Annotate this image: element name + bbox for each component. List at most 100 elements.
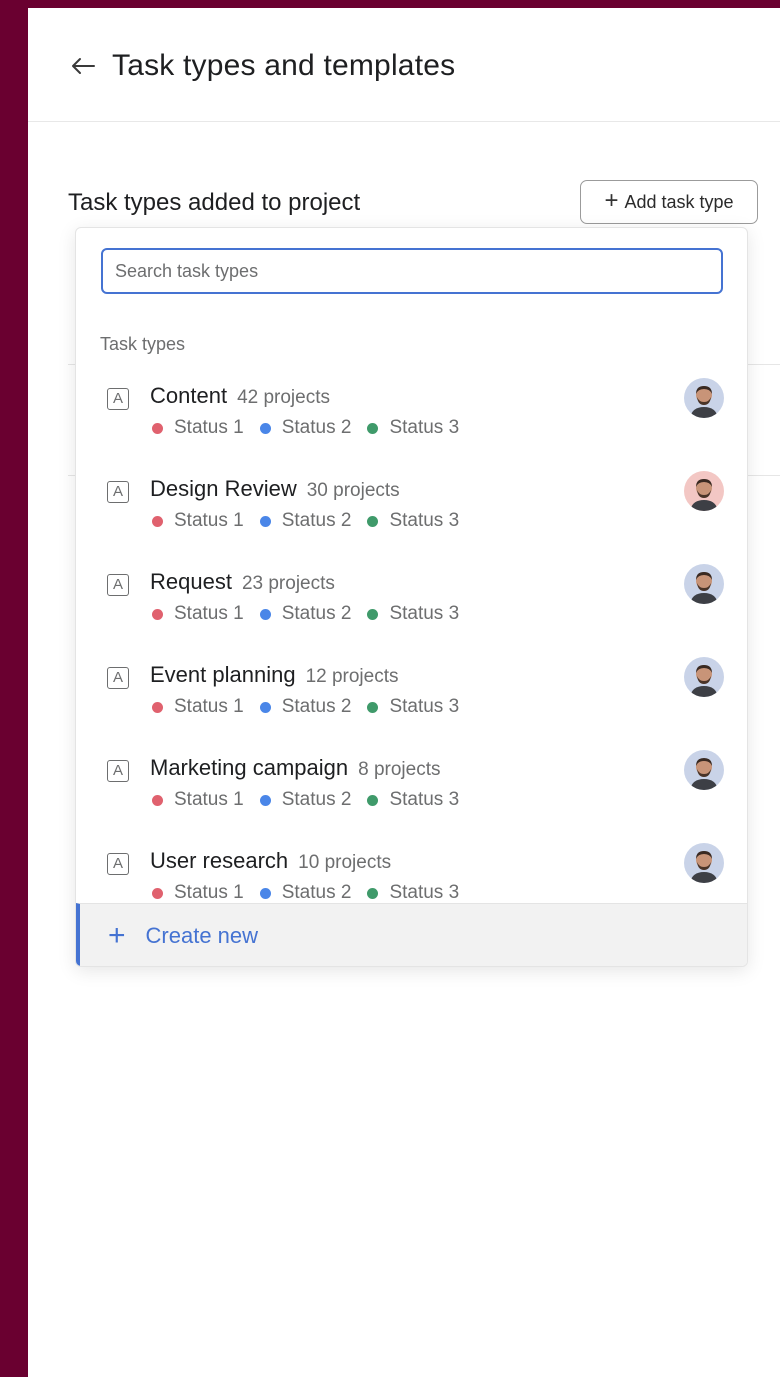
status-dot-icon xyxy=(152,794,163,806)
task-type-name: Marketing campaign xyxy=(150,755,349,780)
task-type-dropdown: Task types AContent42 projectsStatus 1St… xyxy=(75,227,748,967)
task-type-icon: A xyxy=(107,760,129,782)
task-type-list: A Content 42 projects Status 1 Status 2 Statu… xyxy=(76,368,747,901)
status-label: Status 3 xyxy=(389,789,460,810)
status-dot-icon xyxy=(152,515,163,527)
status-label: Status 1 xyxy=(174,417,244,438)
status-list: Status 1 Status 2 Status 3 xyxy=(152,882,459,901)
page-header: Task types and templates xyxy=(28,8,780,122)
status-dot-icon xyxy=(367,422,379,434)
task-type-icon: A xyxy=(107,388,129,410)
add-task-type-button[interactable]: + Add task type xyxy=(580,180,758,224)
arrow-left-icon xyxy=(72,58,95,74)
status-dot-icon xyxy=(367,608,379,620)
add-task-type-label: Add task type xyxy=(624,191,734,212)
status-chip: Status 2 xyxy=(259,882,352,901)
status-dot-icon xyxy=(152,608,163,620)
plus-icon: + xyxy=(108,918,126,952)
task-type-icon: A xyxy=(107,853,129,875)
task-type-item[interactable]: A Marketing campaign 8 projects Status 1 Sta… xyxy=(76,740,747,833)
status-label: Status 3 xyxy=(389,696,460,717)
task-type-name: Design Review xyxy=(150,476,297,501)
status-chip: Status 3 xyxy=(367,789,459,811)
status-label: Status 1 xyxy=(174,789,244,810)
task-type-name: User research xyxy=(150,848,289,873)
status-dot-icon xyxy=(259,701,271,713)
task-type-icon: A xyxy=(107,667,129,689)
avatar xyxy=(684,378,724,418)
status-label: Status 1 xyxy=(174,603,244,624)
task-type-name-row: User research 10 projects xyxy=(150,847,391,877)
avatar xyxy=(684,750,724,790)
status-chip: Status 3 xyxy=(367,417,459,439)
divider xyxy=(748,364,780,365)
status-label: Status 3 xyxy=(389,417,460,438)
status-dot-icon xyxy=(152,701,163,713)
status-chip: Status 1 xyxy=(152,789,244,811)
status-dot-icon xyxy=(259,515,271,527)
group-label: Task types xyxy=(100,334,186,354)
status-chip: Status 3 xyxy=(367,603,459,625)
status-label: Status 1 xyxy=(174,882,244,901)
divider xyxy=(748,475,780,476)
task-type-item[interactable]: A Request 23 projects Status 1 Status 2 Statu… xyxy=(76,554,747,647)
task-type-name-row: Event planning 12 projects xyxy=(150,661,399,691)
status-dot-icon xyxy=(367,794,379,806)
status-label: Status 2 xyxy=(281,882,352,901)
project-count: 30 projects xyxy=(306,480,400,501)
page-title: Task types and templates xyxy=(112,49,456,82)
project-count: 12 projects xyxy=(305,666,399,687)
status-list: Status 1 Status 2 Status 3 xyxy=(152,603,459,625)
status-dot-icon xyxy=(152,422,163,434)
status-label: Status 3 xyxy=(389,603,460,624)
status-dot-icon xyxy=(259,794,271,806)
task-type-name: Request xyxy=(150,569,232,594)
task-type-name: Event planning xyxy=(150,662,296,687)
status-chip: Status 2 xyxy=(259,510,351,532)
status-chip: Status 1 xyxy=(152,696,244,718)
status-label: Status 2 xyxy=(281,789,352,810)
avatar xyxy=(684,843,724,883)
status-label: Status 3 xyxy=(389,882,460,901)
task-type-item[interactable]: A Design Review 30 projects Status 1 Status … xyxy=(76,461,747,554)
status-label: Status 1 xyxy=(174,510,244,531)
task-type-item[interactable]: A Content 42 projects Status 1 Status 2 Statu… xyxy=(76,368,747,461)
status-dot-icon xyxy=(367,887,379,899)
status-chip: Status 1 xyxy=(152,417,244,439)
task-type-name-row: Design Review 30 projects xyxy=(150,475,400,505)
status-chip: Status 1 xyxy=(152,510,244,532)
status-chip: Status 2 xyxy=(259,696,352,718)
create-new-label: Create new xyxy=(145,922,259,948)
avatar xyxy=(684,564,724,604)
status-list: Status 1 Status 2 Status 3 xyxy=(152,510,459,532)
project-count: 23 projects xyxy=(241,573,335,594)
status-chip: Status 3 xyxy=(367,696,459,718)
status-chip: Status 1 xyxy=(152,603,244,625)
status-list: Status 1 Status 2 Status 3 xyxy=(152,789,459,811)
avatar xyxy=(684,657,724,697)
task-type-name: Content xyxy=(150,383,228,408)
status-label: Status 2 xyxy=(281,417,352,438)
status-chip: Status 2 xyxy=(259,603,352,625)
back-button[interactable] xyxy=(66,50,100,82)
search-input[interactable] xyxy=(101,248,723,294)
task-type-name-row: Marketing campaign 8 projects xyxy=(150,754,440,784)
plus-icon: + xyxy=(604,187,619,214)
status-list: Status 1 Status 2 Status 3 xyxy=(152,417,459,439)
status-chip: Status 2 xyxy=(259,789,352,811)
status-chip: Status 1 xyxy=(152,882,244,901)
avatar xyxy=(684,471,724,511)
create-new-button[interactable]: + Create new xyxy=(76,903,747,966)
task-type-item[interactable]: A Event planning 12 projects Status 1 Status… xyxy=(76,647,747,740)
status-label: Status 2 xyxy=(281,603,352,624)
section-title: Task types added to project xyxy=(68,189,361,216)
status-label: Status 3 xyxy=(389,510,460,531)
task-type-name-row: Request 23 projects xyxy=(150,568,335,598)
task-type-item[interactable]: A User research 10 projects Status 1 Status … xyxy=(76,833,747,901)
status-dot-icon xyxy=(259,422,271,434)
status-dot-icon xyxy=(367,515,379,527)
status-label: Status 2 xyxy=(281,696,352,717)
project-count: 42 projects xyxy=(237,387,331,408)
status-dot-icon xyxy=(259,608,271,620)
task-types-panel: Task types and templates Task types adde… xyxy=(28,8,780,1377)
